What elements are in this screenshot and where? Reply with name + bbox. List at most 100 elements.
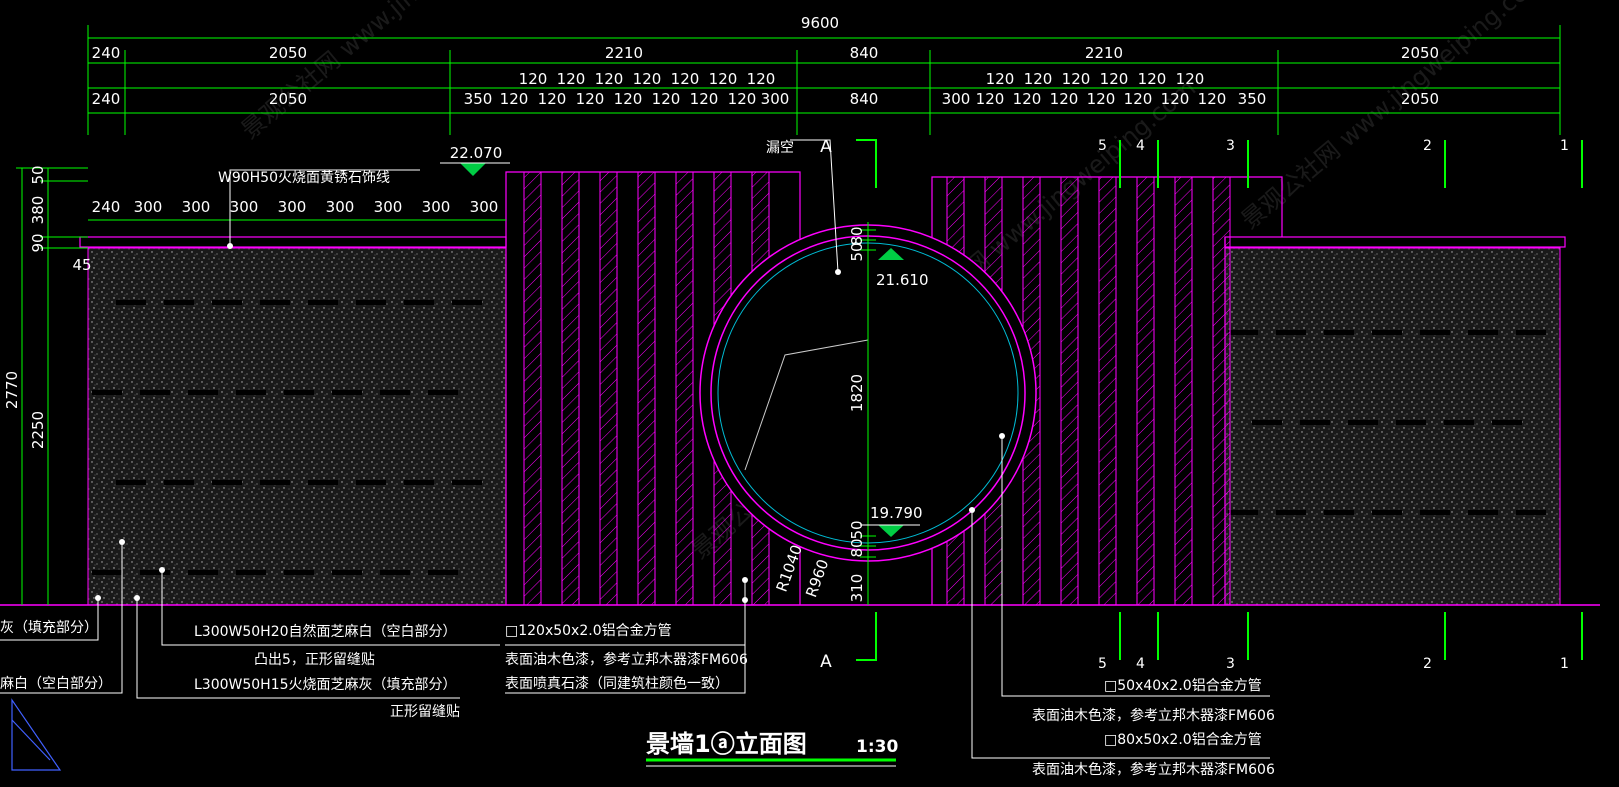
svg-text:120: 120 <box>1087 90 1116 108</box>
stone-joint <box>1372 330 1402 335</box>
svg-text:310: 310 <box>848 574 866 603</box>
svg-text:A: A <box>820 652 832 672</box>
stone-joint <box>356 300 386 305</box>
coping-dim-labels: 240 300 300 300 300 300 300 300 300 <box>92 198 499 216</box>
slat-left <box>637 171 656 606</box>
elevation-drawing: 景观公社网 www.jingweiping.com 景观公社网 www.jing… <box>0 0 1600 778</box>
svg-text:120: 120 <box>986 70 1015 88</box>
stone-joint <box>308 480 338 485</box>
stone-joint <box>428 570 458 575</box>
slat-right <box>1212 176 1231 606</box>
svg-text:120: 120 <box>633 70 662 88</box>
note-pipe1c: 表面喷真石漆（同建筑柱颜色一致） <box>505 675 729 692</box>
grid-label-bottom: 5 <box>1098 656 1107 672</box>
svg-text:22.070: 22.070 <box>450 144 503 162</box>
north-symbol <box>11 698 62 771</box>
grid-label-top: 4 <box>1136 138 1145 154</box>
stone-joint <box>164 480 194 485</box>
dim-sub-row: 120 120 120 120 120 120 120 120 120 120 … <box>519 70 1205 88</box>
note-pipe2b: 表面油木色漆，参考立邦木器漆FM606 <box>1032 707 1275 724</box>
grid-label-bottom: 3 <box>1226 656 1235 672</box>
note-pipe3: □80x50x2.0铝合金方管 <box>1104 732 1262 748</box>
note-mid4: 正形留缝贴 <box>390 704 460 720</box>
svg-text:2770: 2770 <box>3 371 21 409</box>
slat-right <box>1136 176 1155 606</box>
stone-joint <box>92 390 122 395</box>
stone-joint <box>1492 420 1522 425</box>
svg-text:景墙1ⓐ立面图: 景墙1ⓐ立面图 <box>646 730 807 758</box>
stone-joint <box>1444 420 1474 425</box>
stone-joint <box>188 570 218 575</box>
stone-joint <box>1468 330 1498 335</box>
stone-joint <box>260 480 290 485</box>
svg-text:2050: 2050 <box>1401 90 1439 108</box>
grid-label-top: 1 <box>1560 138 1569 154</box>
stone-joint <box>1420 510 1450 515</box>
grid-label-bottom: 4 <box>1136 656 1145 672</box>
note-left1: 灰（填充部分） <box>0 620 98 636</box>
stone-joint <box>332 570 362 575</box>
svg-text:120: 120 <box>1024 70 1053 88</box>
slat-left <box>599 171 618 606</box>
svg-text:300: 300 <box>326 198 355 216</box>
svg-text:840: 840 <box>850 44 879 62</box>
stone-joint <box>1252 420 1282 425</box>
note-mid2: 凸出5，正形留缝贴 <box>254 652 375 668</box>
stone-joint <box>380 390 410 395</box>
note-coping: W90H50火烧面黄锈石饰线 <box>218 169 390 186</box>
svg-text:300: 300 <box>942 90 971 108</box>
stone-joint <box>1516 510 1546 515</box>
stone-joint <box>1228 510 1258 515</box>
svg-text:350: 350 <box>464 90 493 108</box>
svg-text:80: 80 <box>848 538 866 557</box>
svg-text:120: 120 <box>1161 90 1190 108</box>
stone-joint <box>1324 330 1354 335</box>
left-stone-panel <box>87 247 507 606</box>
note-mid1: L300W50H20自然面芝麻白（空白部分） <box>194 623 457 640</box>
svg-text:120: 120 <box>652 90 681 108</box>
grid-label-top: 2 <box>1423 138 1432 154</box>
stone-joint <box>428 390 458 395</box>
stone-joint <box>452 480 482 485</box>
svg-text:300: 300 <box>134 198 163 216</box>
stone-joint <box>92 570 122 575</box>
svg-text:120: 120 <box>747 70 776 88</box>
stone-joint <box>404 480 434 485</box>
note-pipe1: □120x50x2.0铝合金方管 <box>505 623 672 639</box>
svg-text:120: 120 <box>1138 70 1167 88</box>
stone-joint <box>380 570 410 575</box>
stone-joint <box>212 300 242 305</box>
stone-joint <box>452 300 482 305</box>
stone-joint <box>140 390 170 395</box>
slat-right <box>1098 176 1117 606</box>
slat-left <box>523 171 542 606</box>
stone-joint <box>116 300 146 305</box>
svg-text:300: 300 <box>230 198 259 216</box>
elevation-marker-top: 22.070 <box>440 144 510 176</box>
svg-text:21.610: 21.610 <box>876 271 929 289</box>
svg-text:50: 50 <box>29 165 47 184</box>
svg-text:景观公社网 www.jingweiping.com: 景观公社网 www.jingweiping.com <box>1236 0 1551 235</box>
svg-text:300: 300 <box>278 198 307 216</box>
svg-text:120: 120 <box>538 90 567 108</box>
stone-joint <box>1228 330 1258 335</box>
svg-text:120: 120 <box>500 90 529 108</box>
dim-total: 9600 <box>801 14 839 32</box>
stone-joint <box>140 570 170 575</box>
stone-joint <box>1300 420 1330 425</box>
svg-text:300: 300 <box>761 90 790 108</box>
svg-text:1820: 1820 <box>848 374 866 412</box>
svg-text:350: 350 <box>1238 90 1267 108</box>
note-left2: 麻白（空白部分） <box>0 676 112 692</box>
svg-text:2250: 2250 <box>29 411 47 449</box>
svg-text:2050: 2050 <box>269 44 307 62</box>
slat-right <box>1060 176 1079 606</box>
svg-text:120: 120 <box>1062 70 1091 88</box>
grid-label-bottom: 2 <box>1423 656 1432 672</box>
svg-text:120: 120 <box>1100 70 1129 88</box>
svg-text:19.790: 19.790 <box>870 504 923 522</box>
svg-text:45: 45 <box>72 256 91 274</box>
svg-text:240: 240 <box>92 198 121 216</box>
note-pipe3b: 表面油木色漆，参考立邦木器漆FM606 <box>1032 761 1275 778</box>
svg-text:120: 120 <box>690 90 719 108</box>
